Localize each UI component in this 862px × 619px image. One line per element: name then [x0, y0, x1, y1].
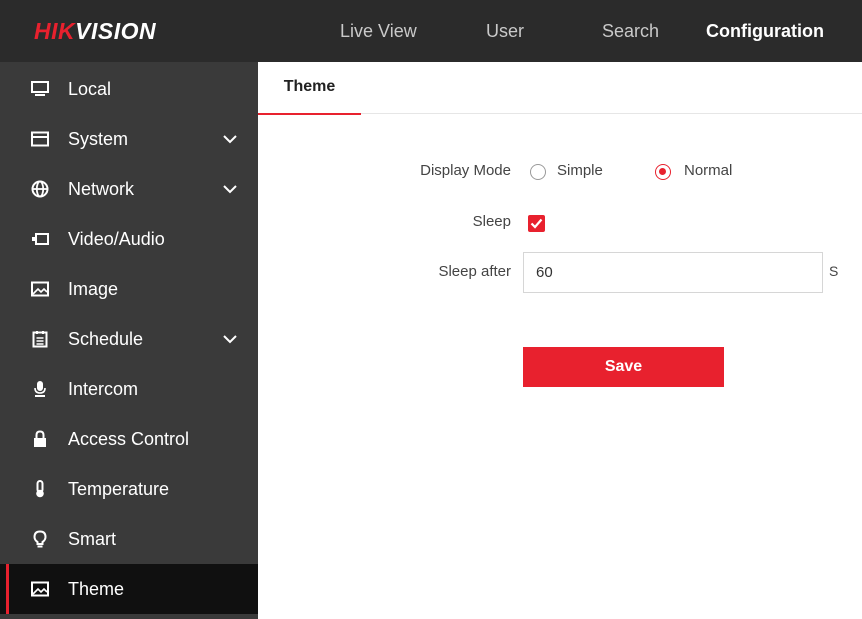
sidebar-item-label: Theme [68, 579, 125, 599]
sidebar-item-system[interactable]: System [0, 114, 258, 164]
tab-theme[interactable]: Theme [258, 62, 361, 115]
nav-configuration[interactable]: Configuration [706, 0, 824, 62]
sidebar-item-access-control[interactable]: Access Control [0, 414, 258, 464]
sidebar-item-label: Local [68, 79, 112, 99]
bulb-icon [30, 529, 50, 549]
sidebar-item-label: Video/Audio [68, 229, 165, 249]
logo-text-red: HIK [34, 18, 76, 44]
sidebar-item-label: Access Control [68, 429, 190, 449]
sidebar-item-smart[interactable]: Smart [0, 514, 258, 564]
save-button[interactable]: Save [523, 347, 724, 387]
sleep-after-unit: S [829, 263, 839, 279]
sidebar-item-video-audio[interactable]: Video/Audio [0, 214, 258, 264]
sidebar-item-label: System [68, 129, 129, 149]
sidebar: Local System Network Video/Audio Image S… [0, 62, 258, 619]
sidebar-item-intercom[interactable]: Intercom [0, 364, 258, 414]
sidebar-item-label: Schedule [68, 329, 144, 349]
chevron-down-icon[interactable] [222, 332, 238, 346]
lock-icon [30, 429, 50, 449]
sleep-label: Sleep [472, 213, 511, 230]
sidebar-item-schedule[interactable]: Schedule [0, 314, 258, 364]
sidebar-item-network[interactable]: Network [0, 164, 258, 214]
video-icon [30, 229, 50, 249]
window-icon [30, 129, 50, 149]
calendar-icon [30, 329, 50, 349]
sidebar-item-label: Intercom [68, 379, 139, 399]
radio-simple[interactable] [530, 164, 546, 180]
sleep-checkbox[interactable] [528, 215, 545, 232]
sidebar-item-local[interactable]: Local [0, 64, 258, 114]
nav-user[interactable]: User [486, 0, 524, 62]
thermometer-icon [30, 479, 50, 499]
checkmark-icon [530, 218, 543, 229]
sidebar-item-theme[interactable]: Theme [0, 564, 258, 614]
chevron-down-icon[interactable] [222, 132, 238, 146]
sidebar-item-temperature[interactable]: Temperature [0, 464, 258, 514]
display-mode-label: Display Mode [420, 162, 511, 179]
sidebar-item-label: Image [68, 279, 119, 299]
radio-normal[interactable] [655, 164, 671, 180]
image-icon [30, 279, 50, 299]
top-bar: HIKVISION Live View User Search Configur… [0, 0, 862, 62]
tab-bar: Theme [258, 62, 862, 115]
sidebar-item-image[interactable]: Image [0, 264, 258, 314]
sidebar-item-label: Smart [68, 529, 117, 549]
sleep-after-label: Sleep after [438, 263, 511, 280]
nav-live-view[interactable]: Live View [340, 0, 417, 62]
radio-simple-label: Simple [557, 162, 603, 179]
image-icon [30, 579, 50, 599]
logo-text-white: VISION [75, 18, 157, 44]
nav-search[interactable]: Search [602, 0, 659, 62]
hikvision-logo: HIKVISION [34, 17, 156, 45]
monitor-icon [30, 79, 50, 99]
chevron-down-icon[interactable] [222, 182, 238, 196]
microphone-icon [30, 379, 50, 399]
sleep-after-input[interactable] [523, 252, 823, 293]
radio-normal-label: Normal [684, 162, 733, 179]
sidebar-item-label: Temperature [68, 479, 170, 499]
sidebar-item-label: Network [68, 179, 135, 199]
globe-icon [30, 179, 50, 199]
